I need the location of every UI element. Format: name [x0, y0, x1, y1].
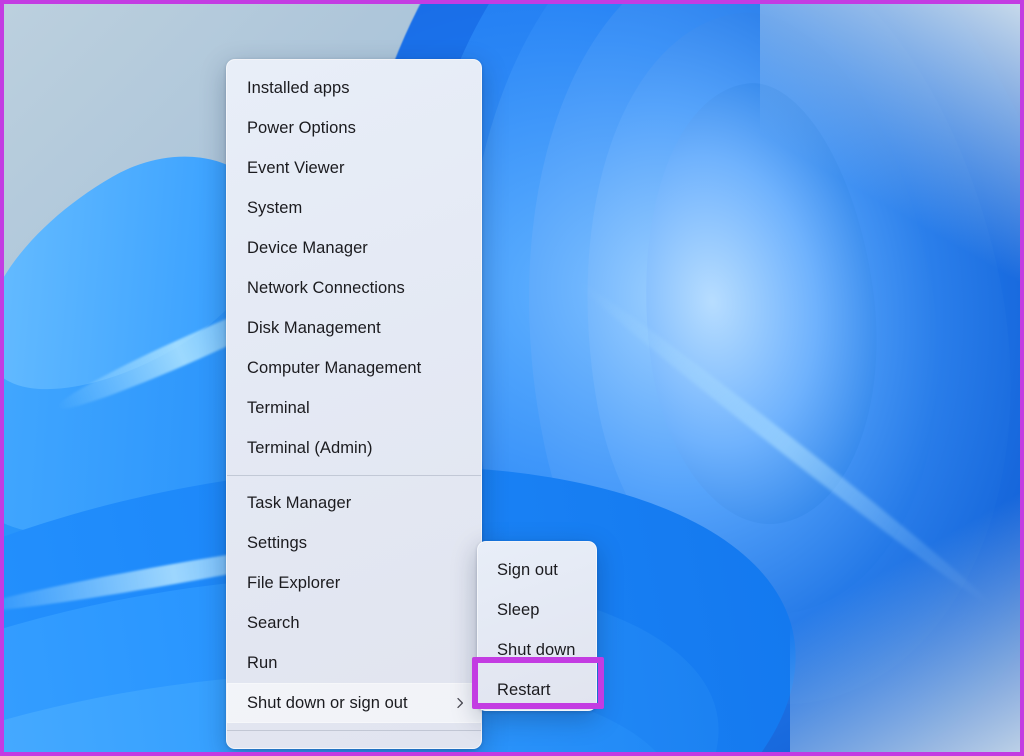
menu-item-label: Desktop	[247, 749, 467, 750]
menu-item-label: Disk Management	[247, 318, 381, 337]
menu-item-desktop[interactable]: Desktop	[227, 738, 481, 750]
menu-item-label: File Explorer	[247, 573, 341, 592]
screenshot-root: Installed apps Power Options Event Viewe…	[0, 0, 1024, 756]
submenu-item-sign-out[interactable]: Sign out	[478, 550, 596, 590]
menu-item-label: Installed apps	[247, 78, 350, 97]
submenu-item-sleep[interactable]: Sleep	[478, 590, 596, 630]
menu-item-computer-management[interactable]: Computer Management	[227, 348, 481, 388]
menu-item-label: System	[247, 198, 303, 217]
wallpaper-corner-light-top	[760, 4, 1020, 304]
menu-item-installed-apps[interactable]: Installed apps	[227, 68, 481, 108]
menu-item-label: Terminal	[247, 398, 310, 417]
menu-separator-2	[227, 730, 481, 731]
menu-item-power-options[interactable]: Power Options	[227, 108, 481, 148]
menu-item-task-manager[interactable]: Task Manager	[227, 483, 481, 523]
menu-item-settings[interactable]: Settings	[227, 523, 481, 563]
menu-item-label: Shut down or sign out	[247, 693, 408, 712]
menu-item-label: Search	[247, 613, 300, 632]
menu-item-shut-down-or-sign-out[interactable]: Shut down or sign out	[227, 683, 481, 723]
submenu-item-label: Shut down	[497, 640, 576, 659]
menu-item-network-connections[interactable]: Network Connections	[227, 268, 481, 308]
submenu-item-label: Sign out	[497, 560, 558, 579]
submenu-item-restart[interactable]: Restart	[478, 670, 596, 710]
menu-item-system[interactable]: System	[227, 188, 481, 228]
menu-item-label: Power Options	[247, 118, 356, 137]
menu-group-tools: Installed apps Power Options Event Viewe…	[227, 68, 481, 468]
menu-item-search[interactable]: Search	[227, 603, 481, 643]
submenu-item-label: Sleep	[497, 600, 540, 619]
menu-item-disk-management[interactable]: Disk Management	[227, 308, 481, 348]
wallpaper-corner-light-bottom	[790, 452, 1020, 752]
shutdown-submenu[interactable]: Sign out Sleep Shut down Restart	[477, 541, 597, 711]
menu-item-label: Device Manager	[247, 238, 368, 257]
menu-group-system: Task Manager Settings File Explorer Sear…	[227, 483, 481, 723]
chevron-right-icon	[453, 696, 467, 710]
menu-item-label: Terminal (Admin)	[247, 438, 373, 457]
submenu-item-label: Restart	[497, 680, 551, 699]
submenu-item-shut-down[interactable]: Shut down	[478, 630, 596, 670]
menu-item-file-explorer[interactable]: File Explorer	[227, 563, 481, 603]
menu-item-label: Settings	[247, 533, 308, 552]
menu-item-label: Event Viewer	[247, 158, 345, 177]
menu-separator-1	[227, 475, 481, 476]
menu-group-desktop: Desktop	[227, 738, 481, 750]
menu-item-event-viewer[interactable]: Event Viewer	[227, 148, 481, 188]
menu-item-label: Computer Management	[247, 358, 422, 377]
menu-item-label: Task Manager	[247, 493, 352, 512]
menu-item-device-manager[interactable]: Device Manager	[227, 228, 481, 268]
menu-item-run[interactable]: Run	[227, 643, 481, 683]
menu-item-label: Network Connections	[247, 278, 405, 297]
menu-item-terminal[interactable]: Terminal	[227, 388, 481, 428]
menu-item-terminal-admin[interactable]: Terminal (Admin)	[227, 428, 481, 468]
power-user-menu[interactable]: Installed apps Power Options Event Viewe…	[226, 59, 482, 749]
menu-item-label: Run	[247, 653, 278, 672]
